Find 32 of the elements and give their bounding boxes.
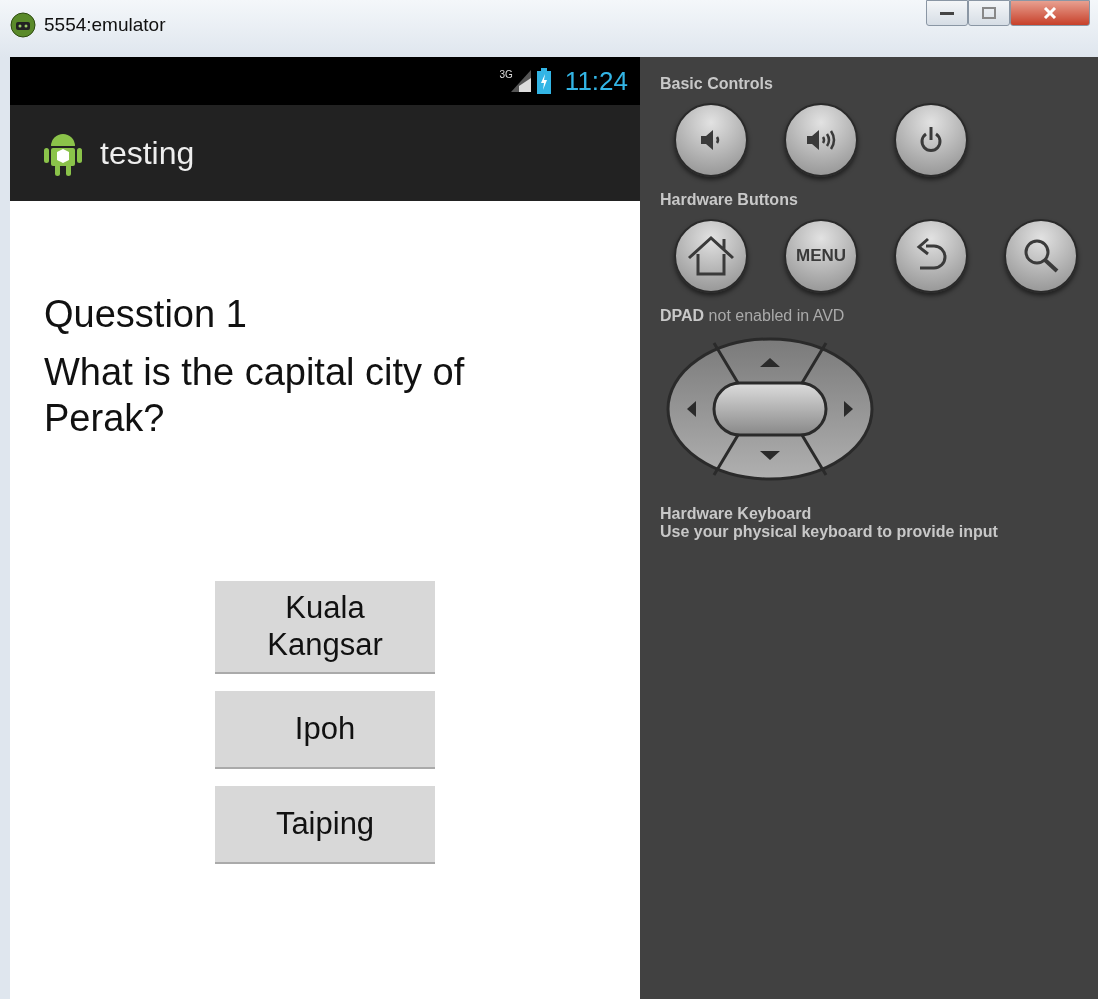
question-text: What is the capital city of Perak?: [44, 350, 466, 441]
section-heading: Hardware Keyboard: [660, 505, 813, 523]
section-heading: Basic Controls: [660, 75, 774, 93]
section-heading: DPAD not enabled in AVD: [660, 307, 846, 325]
clock: 11:24: [564, 65, 628, 97]
volume-down-button[interactable]: [674, 103, 748, 177]
battery-icon: [536, 68, 551, 94]
answer-button[interactable]: Kuala Kangsar: [215, 581, 435, 674]
volume-up-button[interactable]: [784, 103, 858, 177]
speaker-icon: [804, 127, 838, 153]
answer-button[interactable]: Taiping: [215, 785, 435, 864]
app-icon: [10, 11, 36, 38]
close-button[interactable]: [1010, 0, 1090, 26]
signal-icon: [510, 70, 531, 92]
home-icon: [686, 234, 736, 278]
search-button[interactable]: [1004, 219, 1078, 293]
window-title: 5554:emulator: [44, 13, 166, 36]
app-title: testing: [100, 134, 195, 172]
keyboard-hint: Use your physical keyboard to provide input: [660, 523, 999, 541]
minimize-icon: [940, 10, 954, 16]
maximize-icon: [982, 7, 996, 19]
answer-button[interactable]: Ipoh: [215, 690, 435, 769]
question-number: Quesstion 1: [44, 293, 248, 336]
minimize-button[interactable]: [926, 0, 968, 26]
back-button[interactable]: [894, 219, 968, 293]
power-icon: [918, 126, 944, 154]
close-icon: [1043, 7, 1057, 19]
network-type: 3G: [499, 69, 513, 80]
power-button[interactable]: [894, 103, 968, 177]
section-heading: Hardware Buttons: [660, 191, 799, 209]
menu-button[interactable]: MENU: [784, 219, 858, 293]
home-button[interactable]: [674, 219, 748, 293]
